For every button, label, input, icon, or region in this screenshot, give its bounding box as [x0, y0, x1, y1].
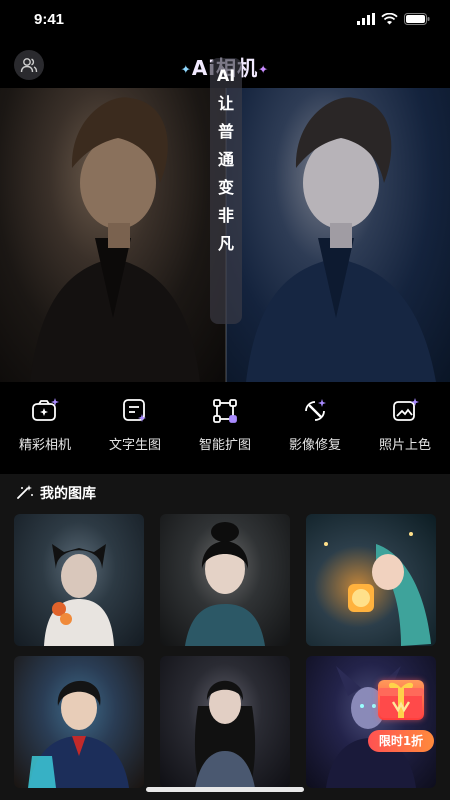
gallery-grid	[0, 508, 450, 800]
cellular-signal-icon	[357, 13, 375, 25]
tool-expand-image[interactable]: 智能扩图	[180, 396, 270, 456]
magic-wand-icon	[305, 399, 326, 421]
portrait-silhouette-before	[30, 97, 200, 382]
sparkle-icon: ✦	[180, 62, 192, 77]
sparkle-icon: ✦	[258, 62, 270, 77]
tool-label: 智能扩图	[198, 438, 251, 453]
gallery-title: 我的图库	[40, 486, 96, 502]
gift-box-shape	[378, 682, 424, 718]
tool-label: 照片上色	[378, 438, 431, 453]
thumbnail-image	[194, 680, 256, 788]
thumbnail-image	[28, 680, 129, 788]
slogan-char: AI	[216, 66, 236, 85]
gallery-item[interactable]	[14, 514, 144, 646]
battery-icon	[404, 13, 430, 25]
tool-camera[interactable]: 精彩相机	[0, 396, 90, 456]
gallery-header: 我的图库	[0, 474, 450, 508]
thumbnail-image	[44, 544, 114, 646]
tool-label: 文字生图	[108, 438, 161, 453]
promo-badge: 限时1折	[368, 730, 434, 752]
slogan-char: 变	[217, 178, 234, 197]
status-icons	[357, 13, 430, 25]
slogan-char: 通	[217, 150, 234, 169]
hero-after-image	[226, 88, 450, 382]
tool-restore-image[interactable]: 影像修复	[270, 396, 360, 456]
promo-floating-button[interactable]: 限时1折	[366, 676, 436, 756]
slogan-char: 普	[217, 122, 234, 141]
tool-label: 影像修复	[288, 438, 341, 453]
expand-image-icon	[213, 399, 237, 423]
slogan-char: 凡	[217, 234, 234, 253]
tool-colorize-photo[interactable]: 照片上色	[360, 396, 450, 456]
status-time: 9:41	[34, 11, 65, 28]
tool-text-to-image[interactable]: 文字生图	[90, 396, 180, 456]
status-bar: 9:41	[0, 0, 450, 40]
gallery-item[interactable]	[14, 656, 144, 788]
home-indicator[interactable]	[146, 787, 304, 792]
tool-bar: 精彩相机 文字生图 智能扩图 影像修复 照片上色	[0, 396, 450, 456]
hero-before-image	[0, 88, 226, 382]
magic-wand-small-icon	[17, 485, 33, 499]
camera-sparkle-icon	[32, 398, 59, 421]
gallery-item[interactable]	[160, 656, 290, 788]
color-photo-icon	[393, 398, 419, 421]
thumbnail-image	[185, 522, 265, 646]
gift-icon	[378, 680, 424, 720]
gallery-item[interactable]	[160, 514, 290, 646]
hero-slogan: AI 让 普 通 变 非 凡	[210, 58, 242, 324]
slogan-char: 非	[217, 206, 234, 225]
slogan-char: 让	[217, 94, 234, 113]
portrait-silhouette-after	[246, 97, 436, 382]
wifi-icon	[381, 13, 398, 25]
text-image-icon	[123, 399, 146, 422]
gallery-item[interactable]	[306, 514, 436, 646]
thumbnail-image	[324, 532, 431, 646]
tool-label: 精彩相机	[18, 438, 71, 453]
